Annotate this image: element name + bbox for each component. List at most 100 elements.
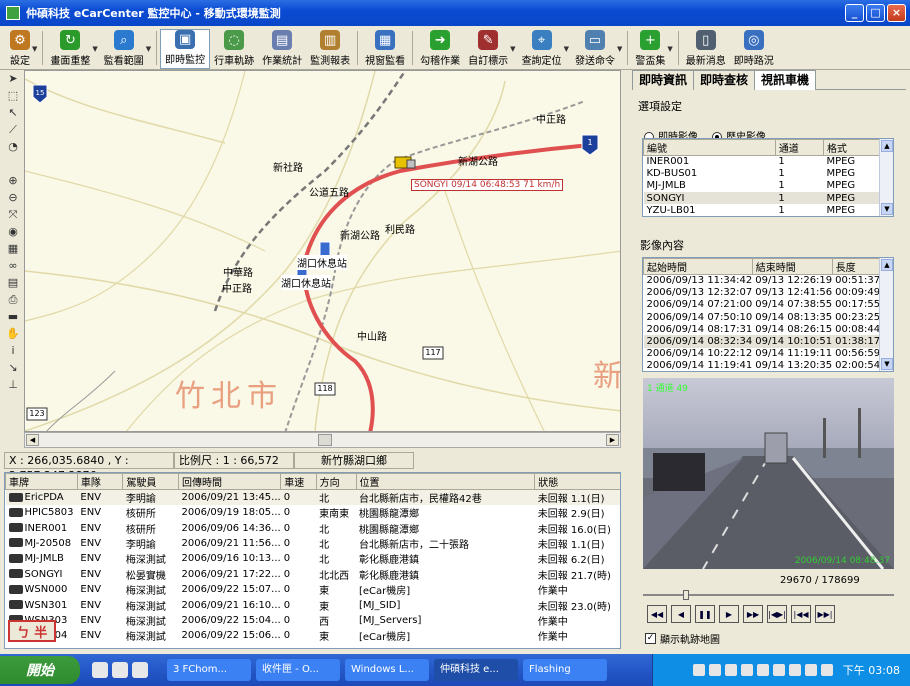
table-row[interactable]: MJ-20508 ENV 李明諭 2006/09/21 11:56... 0 北 台北縣新店… [6,536,621,551]
step-icon[interactable]: |◀▶| [767,605,787,623]
up-icon[interactable]: ⊥ [4,376,22,393]
rewind-fast-icon[interactable]: ◀◀ [647,605,667,623]
grid-header[interactable]: 車隊 [76,473,124,490]
table-row[interactable]: WSN000 ENV 梅深測試 2006/09/22 15:07... 0 東 [eCar機… [6,582,621,597]
grid-header[interactable]: 方向 [315,473,357,490]
fit-icon[interactable]: ⤧ [4,206,22,223]
taskbar-task[interactable]: Windows L... [345,659,429,681]
close-button[interactable]: × [887,4,906,22]
taskbar-task[interactable]: 收件匣 - O... [256,659,340,681]
toolbar-chart-button[interactable]: ▥ 監測報表 [306,27,354,69]
globe-icon[interactable]: ◉ [4,223,22,240]
list-item[interactable]: 2006/09/14 10:22:12 09/14 11:19:11 00:56:5… [644,348,893,360]
save-map-icon[interactable]: ▬ [4,308,22,325]
zoom-out-icon[interactable]: ⊖ [4,189,22,206]
toolbar-book-button[interactable]: ▯ 最新消息 [682,27,730,69]
list-item[interactable]: KD-BUS01 1 MPEG [644,168,893,180]
map-view[interactable]: 15 1 117 118 123 中正路 新湖公路 新社路 公道五路 利民路 中華路 新湖公… [24,70,621,432]
toolbar-magnifier-button[interactable]: ⌕ 監看範圍 [100,27,148,69]
toolbar-monitor-button[interactable]: ▣ 即時監控 [160,29,211,69]
area-icon[interactable]: ◔ [4,138,22,155]
list-item[interactable]: 2006/09/13 12:32:07 09/13 12:41:56 00:09:4… [644,287,893,299]
last-frame-icon[interactable]: ▶▶| [815,605,835,623]
taskbar-task[interactable]: 3 FChom... [167,659,251,681]
list-item[interactable]: MJ-JMLB 1 MPEG [644,180,893,192]
table-row[interactable]: WSN301 ENV 梅深測試 2006/09/21 16:10... 0 東 [MJ_SI… [6,597,621,613]
table-row[interactable]: EricPDA ENV 李明諭 2006/09/21 13:45... 0 北台北縣新店市… [5,489,620,505]
list-header[interactable]: 通道 [774,139,824,156]
table-row[interactable]: MJ-JMLB ENV 梅深測試 2006/09/16 10:13... 0 北 彰化縣鹿港… [6,551,621,566]
tab-0[interactable]: 即時資訊 [632,70,695,90]
measure-icon[interactable]: ⟋ [4,121,22,138]
grid-header[interactable]: 駕駛員 [122,473,180,490]
scroll-down-icon[interactable]: ▼ [881,203,893,215]
table-row[interactable]: HPIC5803 ENV 核研所 2006/09/19 18:05... 0 東南東 桃園縣… [6,505,621,520]
toolbar-traffic-button[interactable]: ◎ 即時路況 [730,27,778,69]
list-item[interactable]: 2006/09/14 07:21:00 09/14 07:38:55 00:17:5… [644,299,893,311]
grid-header[interactable]: 回傳時間 [178,473,282,490]
taskbar-task[interactable]: Flashing [523,659,607,681]
list-header[interactable]: 編號 [643,139,776,156]
browser-icon[interactable] [92,662,108,678]
toolbar-plus-button[interactable]: + 警盃集 [631,27,669,69]
pause-icon[interactable]: ❚❚ [695,605,715,623]
minimize-button[interactable]: _ [845,4,864,22]
toolbar-report-button[interactable]: ▤ 作業統計 [258,27,306,69]
seek-bar[interactable] [643,590,894,600]
fast-forward-icon[interactable]: ▶▶ [743,605,763,623]
tray-wifi-icon[interactable] [820,664,833,676]
tray-chat-icon[interactable] [788,664,801,676]
start-button[interactable]: 開始 [0,656,80,684]
toolbar-window-button[interactable]: ▦ 視窗監看 [361,27,409,69]
layer-icon[interactable]: ▤ [4,274,22,291]
table-row[interactable]: WSN303ENV梅深測試2006/09/22 15:04...0西[MJ_Se… [6,613,621,628]
list-header[interactable]: 起始時間 [643,258,753,275]
taskbar-task[interactable]: 仲碩科技 e... [434,659,518,681]
zoom-in-icon[interactable]: ⊕ [4,172,22,189]
scroll-right-icon[interactable]: ▶ [606,434,619,446]
scroll-up-icon[interactable]: ▲ [881,140,893,152]
seek-knob[interactable] [683,590,689,600]
maximize-button[interactable]: □ [866,4,885,22]
list-item[interactable]: YZU-LB01 1 MPEG [644,204,893,216]
messenger-icon[interactable] [132,662,148,678]
tray-sync-icon[interactable] [756,664,769,676]
play-icon[interactable]: ▶ [719,605,739,623]
table-row[interactable]: INER001 ENV 核研所 2006/09/06 14:36... 0 北 桃園縣龍潭鄉… [6,520,621,536]
list-item[interactable]: 2006/09/13 11:34:42 09/13 12:26:19 00:51:3… [644,275,893,287]
play-back-icon[interactable]: ◀ [671,605,691,623]
grid-header[interactable]: 狀態 [534,473,620,490]
list-item[interactable]: 2006/09/14 07:50:10 09/14 08:13:35 00:23:2… [644,311,893,323]
list-item[interactable]: 2006/09/14 11:19:41 09/14 13:20:35 02:00:5… [644,360,893,371]
tray-help-icon[interactable] [740,664,753,676]
hand-icon[interactable]: ✋ [4,325,22,342]
list-item[interactable]: 2006/09/14 08:32:34 09/14 10:10:51 01:38:1… [643,335,893,348]
tray-shield-icon[interactable] [772,664,785,676]
clip-scrollbar[interactable]: ▲ ▼ [879,258,893,371]
pointer-icon[interactable]: ➤ [4,70,22,87]
tray-network-icon[interactable] [692,664,705,676]
route-tool-icon[interactable]: ↘ [4,359,22,376]
tab-1[interactable]: 即時查核 [693,70,756,90]
device-scrollbar[interactable]: ▲ ▼ [879,139,893,216]
vehicle-label[interactable]: SONGYI 09/14 06:48:53 71 km/h [411,179,564,191]
show-track-checkbox[interactable]: ✓ 顯示軌跡地圖 [645,631,720,646]
grid-header[interactable]: 位置 [355,473,536,490]
video-player[interactable]: 1 通道 49 2006/09/14 08:48:37 [643,378,894,569]
list-item[interactable]: 2006/09/14 08:17:31 09/14 08:26:15 00:08:4… [644,323,893,335]
scroll-up-icon[interactable]: ▲ [881,259,893,271]
tray-volume-icon[interactable] [708,664,721,676]
scroll-down-icon[interactable]: ▼ [881,358,893,370]
tray-alert-icon[interactable] [804,664,817,676]
grid-icon[interactable]: ▦ [4,240,22,257]
table-row[interactable]: SONGYI ENV 松晏實機 2006/09/21 17:22... 0 北北西 彰化縣鹿… [6,567,621,582]
grid-header[interactable]: 車速 [280,473,317,490]
first-frame-icon[interactable]: |◀◀ [791,605,811,623]
tray-security-icon[interactable] [724,664,737,676]
list-item[interactable]: SONGYI 1 MPEG [643,192,893,205]
toolbar-command-button[interactable]: ▭ 發送命令 [571,27,619,69]
info-icon[interactable]: i [4,342,22,359]
toolbar-pen-button[interactable]: ✎ 自訂標示 [464,27,512,69]
list-item[interactable]: INER001 1 MPEG [644,156,893,168]
explorer-icon[interactable] [112,662,128,678]
